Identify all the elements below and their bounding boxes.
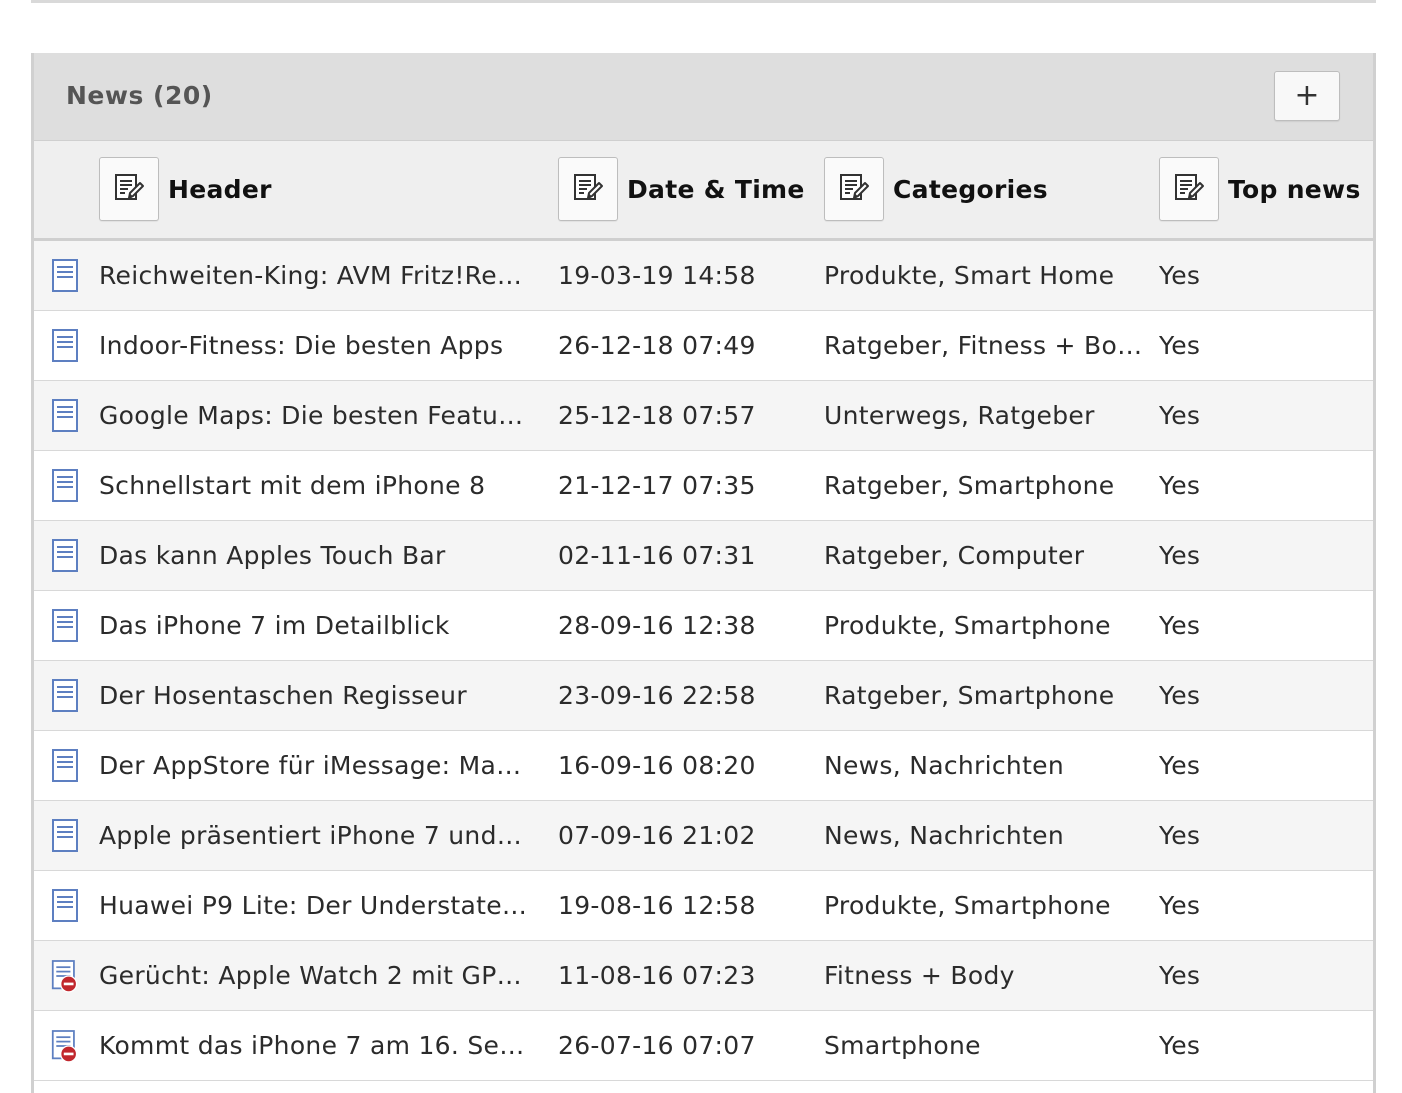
table-row[interactable]: Das iPhone 7 im Detailblick 28-09-16 12:3… [34, 591, 1373, 661]
edit-column-categories-button[interactable] [824, 157, 884, 221]
row-header[interactable]: Indoor-Fitness: Die besten Apps [99, 311, 527, 380]
row-top-news: Yes [1159, 751, 1201, 780]
document-icon[interactable] [51, 731, 81, 800]
table-row[interactable]: Der Hosentaschen Regisseur 23-09-16 22:58… [34, 661, 1373, 731]
row-categories: Ratgeber, Fitness + Body [824, 331, 1144, 360]
column-label-categories[interactable]: Categories [893, 175, 1048, 204]
row-top-news: Yes [1159, 611, 1201, 640]
row-top-news: Yes [1159, 471, 1201, 500]
document-icon[interactable] [51, 241, 81, 310]
table-row[interactable]: Gerücht: Apple Watch 2 mit GPS … 11-08-16… [34, 941, 1373, 1011]
row-header[interactable]: Das kann Apples Touch Bar [99, 521, 527, 590]
top-divider [31, 0, 1376, 3]
row-header[interactable]: Das iPhone 7 im Detailblick [99, 591, 527, 660]
row-top-news: Yes [1159, 891, 1201, 920]
row-header[interactable]: Huawei P9 Lite: Der Understatem… [99, 871, 527, 940]
document-icon[interactable] [51, 381, 81, 450]
row-top-news: Yes [1159, 821, 1201, 850]
document-icon[interactable] [51, 311, 81, 380]
document-hidden-icon[interactable] [51, 941, 81, 1010]
row-top-news: Yes [1159, 681, 1201, 710]
table-row[interactable]: Schnellstart mit dem iPhone 8 21-12-17 07… [34, 451, 1373, 521]
news-panel: News (20) + Header Date & Time Categorie… [31, 53, 1376, 1093]
row-categories: News, Nachrichten [824, 821, 1064, 850]
column-label-date[interactable]: Date & Time [627, 175, 805, 204]
table-row[interactable]: Apple präsentiert iPhone 7 und A… 07-09-1… [34, 801, 1373, 871]
row-date: 26-12-18 07:49 [558, 331, 756, 360]
row-categories: Produkte, Smartphone [824, 611, 1111, 640]
document-icon[interactable] [51, 591, 81, 660]
row-header[interactable]: Kommt das iPhone 7 am 16. Sept… [99, 1011, 527, 1080]
row-categories: News, Nachrichten [824, 751, 1064, 780]
column-header-top-news: Top news [1159, 157, 1361, 221]
plus-icon: + [1294, 78, 1320, 113]
document-icon[interactable] [51, 521, 81, 590]
row-categories: Produkte, Smartphone [824, 891, 1111, 920]
row-date: 19-03-19 14:58 [558, 261, 756, 290]
row-categories: Smartphone [824, 1031, 981, 1060]
row-categories: Ratgeber, Smartphone [824, 681, 1115, 710]
row-header[interactable]: Der AppStore für iMessage: Mari… [99, 731, 527, 800]
column-header-date: Date & Time [558, 157, 805, 221]
panel-title: News (20) [66, 81, 213, 110]
row-top-news: Yes [1159, 961, 1201, 990]
edit-column-date-button[interactable] [558, 157, 618, 221]
row-date: 23-09-16 22:58 [558, 681, 756, 710]
table-row[interactable]: Huawei P9 Lite: Der Understatem… 19-08-16… [34, 871, 1373, 941]
row-top-news: Yes [1159, 1031, 1201, 1060]
row-header[interactable]: Reichweiten-King: AVM Fritz!Rep… [99, 241, 527, 310]
row-top-news: Yes [1159, 401, 1201, 430]
row-categories: Unterwegs, Ratgeber [824, 401, 1095, 430]
row-top-news: Yes [1159, 261, 1201, 290]
edit-column-top-news-button[interactable] [1159, 157, 1219, 221]
news-table-body: Reichweiten-King: AVM Fritz!Rep… 19-03-19… [34, 241, 1373, 1081]
row-date: 28-09-16 12:38 [558, 611, 756, 640]
row-top-news: Yes [1159, 331, 1201, 360]
row-date: 16-09-16 08:20 [558, 751, 756, 780]
row-categories: Ratgeber, Smartphone [824, 471, 1115, 500]
edit-column-icon [837, 170, 871, 208]
row-categories: Produkte, Smart Home [824, 261, 1115, 290]
table-row[interactable]: Reichweiten-King: AVM Fritz!Rep… 19-03-19… [34, 241, 1373, 311]
row-date: 07-09-16 21:02 [558, 821, 756, 850]
row-header[interactable]: Der Hosentaschen Regisseur [99, 661, 527, 730]
row-header[interactable]: Schnellstart mit dem iPhone 8 [99, 451, 527, 520]
edit-column-icon [112, 170, 146, 208]
row-categories: Fitness + Body [824, 961, 1015, 990]
edit-column-header-button[interactable] [99, 157, 159, 221]
row-header[interactable]: Gerücht: Apple Watch 2 mit GPS … [99, 941, 527, 1010]
table-row[interactable]: Das kann Apples Touch Bar 02-11-16 07:31 R… [34, 521, 1373, 591]
document-icon[interactable] [51, 801, 81, 870]
row-top-news: Yes [1159, 541, 1201, 570]
column-header-categories: Categories [824, 157, 1048, 221]
row-date: 21-12-17 07:35 [558, 471, 756, 500]
row-date: 11-08-16 07:23 [558, 961, 756, 990]
row-categories: Ratgeber, Computer [824, 541, 1085, 570]
row-date: 25-12-18 07:57 [558, 401, 756, 430]
column-label-top-news[interactable]: Top news [1228, 175, 1361, 204]
add-record-button[interactable]: + [1274, 71, 1340, 121]
row-date: 26-07-16 07:07 [558, 1031, 756, 1060]
column-header-row: Header Date & Time Categories Top news [34, 141, 1373, 241]
panel-header: News (20) + [34, 53, 1373, 141]
row-date: 19-08-16 12:58 [558, 891, 756, 920]
edit-column-icon [571, 170, 605, 208]
row-header[interactable]: Apple präsentiert iPhone 7 und A… [99, 801, 527, 870]
document-icon[interactable] [51, 451, 81, 520]
edit-column-icon [1172, 170, 1206, 208]
document-hidden-icon[interactable] [51, 1011, 81, 1080]
table-row[interactable]: Kommt das iPhone 7 am 16. Sept… 26-07-16 … [34, 1011, 1373, 1081]
document-icon[interactable] [51, 661, 81, 730]
table-row[interactable]: Der AppStore für iMessage: Mari… 16-09-16… [34, 731, 1373, 801]
document-icon[interactable] [51, 871, 81, 940]
table-row[interactable]: Indoor-Fitness: Die besten Apps 26-12-18 … [34, 311, 1373, 381]
row-header[interactable]: Google Maps: Die besten Features [99, 381, 527, 450]
row-date: 02-11-16 07:31 [558, 541, 756, 570]
column-label-header[interactable]: Header [168, 175, 272, 204]
table-row[interactable]: Google Maps: Die besten Features 25-12-18… [34, 381, 1373, 451]
column-header-header: Header [99, 157, 272, 221]
